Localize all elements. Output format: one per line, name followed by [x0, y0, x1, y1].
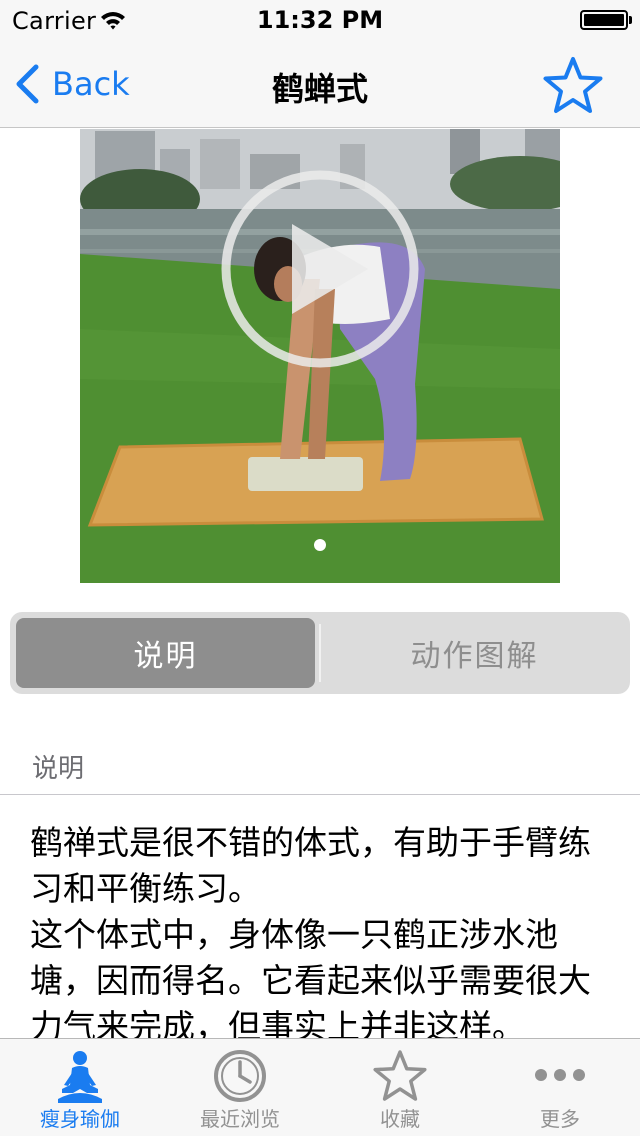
- battery-tip: [629, 16, 632, 24]
- description-text: 鹤禅式是很不错的体式，有助于手臂练习和平衡练习。 这个体式中，身体像一只鹤正涉水…: [30, 820, 616, 1050]
- battery-icon: [580, 10, 628, 30]
- meditation-icon: [58, 1051, 102, 1103]
- segment-illustration[interactable]: 动作图解: [325, 618, 624, 688]
- navigation-bar: Back 鹤蝉式: [0, 40, 640, 128]
- status-bar: Carrier 11:32 PM: [0, 0, 640, 40]
- page-indicator-dot: [314, 539, 326, 551]
- clock-icon: [214, 1050, 266, 1102]
- star-icon: [373, 1050, 427, 1101]
- tab-label: 收藏: [380, 1107, 420, 1131]
- status-time: 11:32 PM: [256, 6, 384, 34]
- tab-bar: 瘦身瑜伽 最近浏览 收藏 更多: [0, 1038, 640, 1136]
- segment-description[interactable]: 说明: [16, 618, 315, 688]
- favorite-star-icon[interactable]: [542, 56, 604, 114]
- tab-recent[interactable]: 最近浏览: [160, 1039, 320, 1136]
- more-icon: [535, 1069, 585, 1081]
- video-preview[interactable]: [80, 129, 560, 583]
- play-icon[interactable]: [220, 169, 420, 369]
- tab-label: 更多: [540, 1107, 580, 1131]
- segmented-control: 说明 动作图解: [10, 612, 630, 694]
- tab-label: 瘦身瑜伽: [40, 1107, 120, 1131]
- description-paragraph-1: 鹤禅式是很不错的体式，有助于手臂练习和平衡练习。: [30, 823, 591, 908]
- tab-slim-yoga[interactable]: 瘦身瑜伽: [0, 1039, 160, 1136]
- tab-label: 最近浏览: [200, 1107, 280, 1131]
- description-paragraph-2: 这个体式中，身体像一只鹤正涉水池塘，因而得名。它看起来似乎需要很大力气来完成，但…: [30, 915, 591, 1046]
- tab-favorites[interactable]: 收藏: [320, 1039, 480, 1136]
- section-divider: [0, 794, 640, 795]
- segment-divider: [319, 624, 321, 682]
- section-header: 说明: [32, 754, 85, 784]
- tab-more[interactable]: 更多: [480, 1039, 640, 1136]
